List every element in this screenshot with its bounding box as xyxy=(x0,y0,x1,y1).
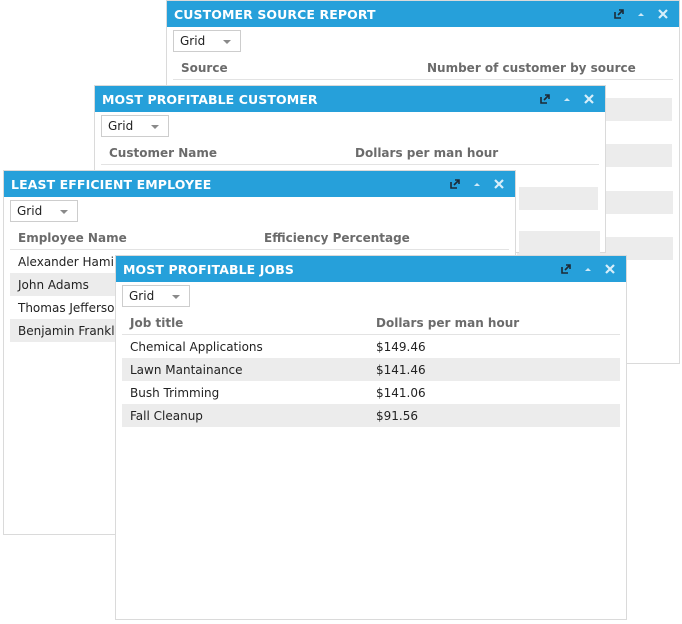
grid-header: Job title Dollars per man hour xyxy=(122,312,620,335)
table-row[interactable]: Fall Cleanup $91.56 xyxy=(122,404,620,427)
window-titlebar[interactable]: CUSTOMER SOURCE REPORT xyxy=(167,1,679,27)
popout-button[interactable] xyxy=(535,89,555,109)
close-button[interactable] xyxy=(653,4,673,24)
chevron-down-icon xyxy=(172,295,180,299)
job-title: Fall Cleanup xyxy=(130,408,203,423)
window-titlebar[interactable]: MOST PROFITABLE JOBS xyxy=(116,256,626,282)
window-title: MOST PROFITABLE JOBS xyxy=(123,261,294,277)
popout-button[interactable] xyxy=(445,174,465,194)
close-icon xyxy=(658,9,668,19)
table-row xyxy=(519,231,600,254)
collapse-button[interactable] xyxy=(578,259,598,279)
popout-icon xyxy=(561,264,571,274)
collapse-icon xyxy=(474,183,480,186)
column-header-count[interactable]: Number of customer by source xyxy=(427,61,636,75)
table-row[interactable]: Chemical Applications $149.46 xyxy=(122,335,620,358)
window-titlebar[interactable]: MOST PROFITABLE CUSTOMER xyxy=(95,86,605,112)
data-grid: Source Number of customer by source xyxy=(173,57,673,80)
job-value: $149.46 xyxy=(376,339,426,354)
table-row[interactable]: Lawn Mantainance $141.46 xyxy=(122,358,620,381)
window-titlebar[interactable]: LEAST EFFICIENT EMPLOYEE xyxy=(4,171,515,197)
grid-header: Employee Name Efficiency Percentage xyxy=(10,227,509,250)
job-value: $141.06 xyxy=(376,385,426,400)
chevron-down-icon xyxy=(223,40,231,44)
window-title: LEAST EFFICIENT EMPLOYEE xyxy=(11,176,212,192)
table-row[interactable]: Bush Trimming $141.06 xyxy=(122,381,620,404)
close-icon xyxy=(584,94,594,104)
grid-header: Source Number of customer by source xyxy=(173,57,673,80)
column-header-customer-name[interactable]: Customer Name xyxy=(101,146,355,160)
view-select-value: Grid xyxy=(129,289,155,303)
column-header-dollars[interactable]: Dollars per man hour xyxy=(376,316,519,330)
view-select[interactable]: Grid xyxy=(173,30,241,52)
view-select[interactable]: Grid xyxy=(122,285,190,307)
column-header-source[interactable]: Source xyxy=(173,61,427,75)
window-title: MOST PROFITABLE CUSTOMER xyxy=(102,91,318,107)
collapse-icon xyxy=(564,98,570,101)
popout-button[interactable] xyxy=(556,259,576,279)
column-header-employee-name[interactable]: Employee Name xyxy=(10,231,264,245)
popout-button[interactable] xyxy=(609,4,629,24)
view-select-value: Grid xyxy=(108,119,134,133)
close-button[interactable] xyxy=(489,174,509,194)
view-select-value: Grid xyxy=(17,204,43,218)
column-header-dollars[interactable]: Dollars per man hour xyxy=(355,146,498,160)
chevron-down-icon xyxy=(60,210,68,214)
popout-icon xyxy=(540,94,550,104)
close-icon xyxy=(605,264,615,274)
most-profitable-jobs-window: MOST PROFITABLE JOBS Grid Job title Doll… xyxy=(115,255,627,620)
popout-icon xyxy=(450,179,460,189)
grid-header: Customer Name Dollars per man hour xyxy=(101,142,599,165)
table-row xyxy=(519,187,598,210)
job-value: $141.46 xyxy=(376,362,426,377)
chevron-down-icon xyxy=(151,125,159,129)
job-value: $91.56 xyxy=(376,408,418,423)
view-select[interactable]: Grid xyxy=(10,200,78,222)
view-select-value: Grid xyxy=(180,34,206,48)
window-title: CUSTOMER SOURCE REPORT xyxy=(174,6,376,22)
column-header-efficiency[interactable]: Efficiency Percentage xyxy=(264,231,410,245)
close-button[interactable] xyxy=(579,89,599,109)
view-select[interactable]: Grid xyxy=(101,115,169,137)
collapse-icon xyxy=(585,268,591,271)
popout-icon xyxy=(614,9,624,19)
close-icon xyxy=(494,179,504,189)
collapse-button[interactable] xyxy=(467,174,487,194)
job-title: Lawn Mantainance xyxy=(130,362,243,377)
job-title: Bush Trimming xyxy=(130,385,220,400)
data-grid: Customer Name Dollars per man hour xyxy=(101,142,599,165)
collapse-button[interactable] xyxy=(631,4,651,24)
close-button[interactable] xyxy=(600,259,620,279)
collapse-icon xyxy=(638,13,644,16)
job-title: Chemical Applications xyxy=(130,339,263,354)
data-grid: Job title Dollars per man hour Chemical … xyxy=(122,312,620,427)
column-header-job-title[interactable]: Job title xyxy=(122,316,376,330)
collapse-button[interactable] xyxy=(557,89,577,109)
